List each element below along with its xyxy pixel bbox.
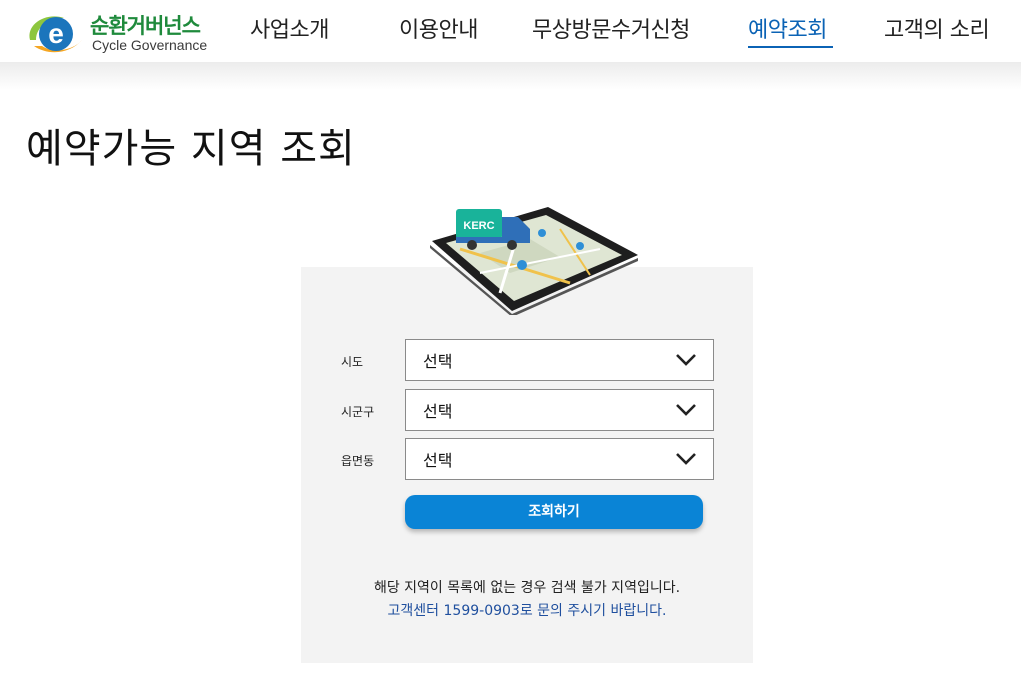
nav-usage-guide[interactable]: 이용안내 [399, 12, 478, 44]
chevron-down-icon [676, 453, 696, 465]
field-label-sigungu: 시군구 [341, 405, 375, 419]
select-sigungu-value: 선택 [423, 402, 453, 421]
chevron-down-icon [676, 404, 696, 416]
truck-label: KERC [463, 220, 494, 232]
notice-customer-center: 고객센터 1599-0903로 문의 주시기 바랍니다. [387, 603, 667, 619]
select-eupmyeondong[interactable]: 선택 [405, 438, 714, 480]
nav-active-indicator [748, 46, 833, 48]
page-title: 예약가능 지역 조회 [26, 126, 356, 172]
logo-title: 순환거버넌스 [90, 14, 201, 38]
select-sigungu[interactable]: 선택 [405, 389, 714, 431]
field-label-sido: 시도 [341, 355, 364, 369]
field-label-eupmyeondong: 읍면동 [341, 454, 375, 468]
logo-e-icon: e [29, 16, 82, 53]
site-header: e 순환거버넌스 Cycle Governance 사업소개 이용안내 무상방문… [0, 0, 1021, 62]
svg-text:e: e [48, 18, 64, 49]
header-shadow [0, 62, 1021, 90]
nav-free-pickup[interactable]: 무상방문수거신청 [532, 12, 690, 44]
nav-reservation-check[interactable]: 예약조회 [748, 12, 827, 44]
nav-customer-voice[interactable]: 고객의 소리 [884, 12, 990, 44]
chevron-down-icon [676, 354, 696, 366]
logo-subtitle: Cycle Governance [92, 37, 208, 53]
notice-unavailable-region: 해당 지역이 목록에 없는 경우 검색 불가 지역입니다. [373, 580, 681, 596]
select-eupmyeondong-value: 선택 [423, 451, 453, 470]
select-sido-value: 선택 [423, 352, 453, 371]
search-button[interactable]: 조회하기 [405, 495, 703, 529]
site-logo[interactable]: e 순환거버넌스 Cycle Governance [24, 8, 234, 56]
nav-business-intro[interactable]: 사업소개 [250, 12, 329, 44]
select-sido[interactable]: 선택 [405, 339, 714, 381]
tablet-map-truck-illustration: KERC [430, 207, 638, 315]
